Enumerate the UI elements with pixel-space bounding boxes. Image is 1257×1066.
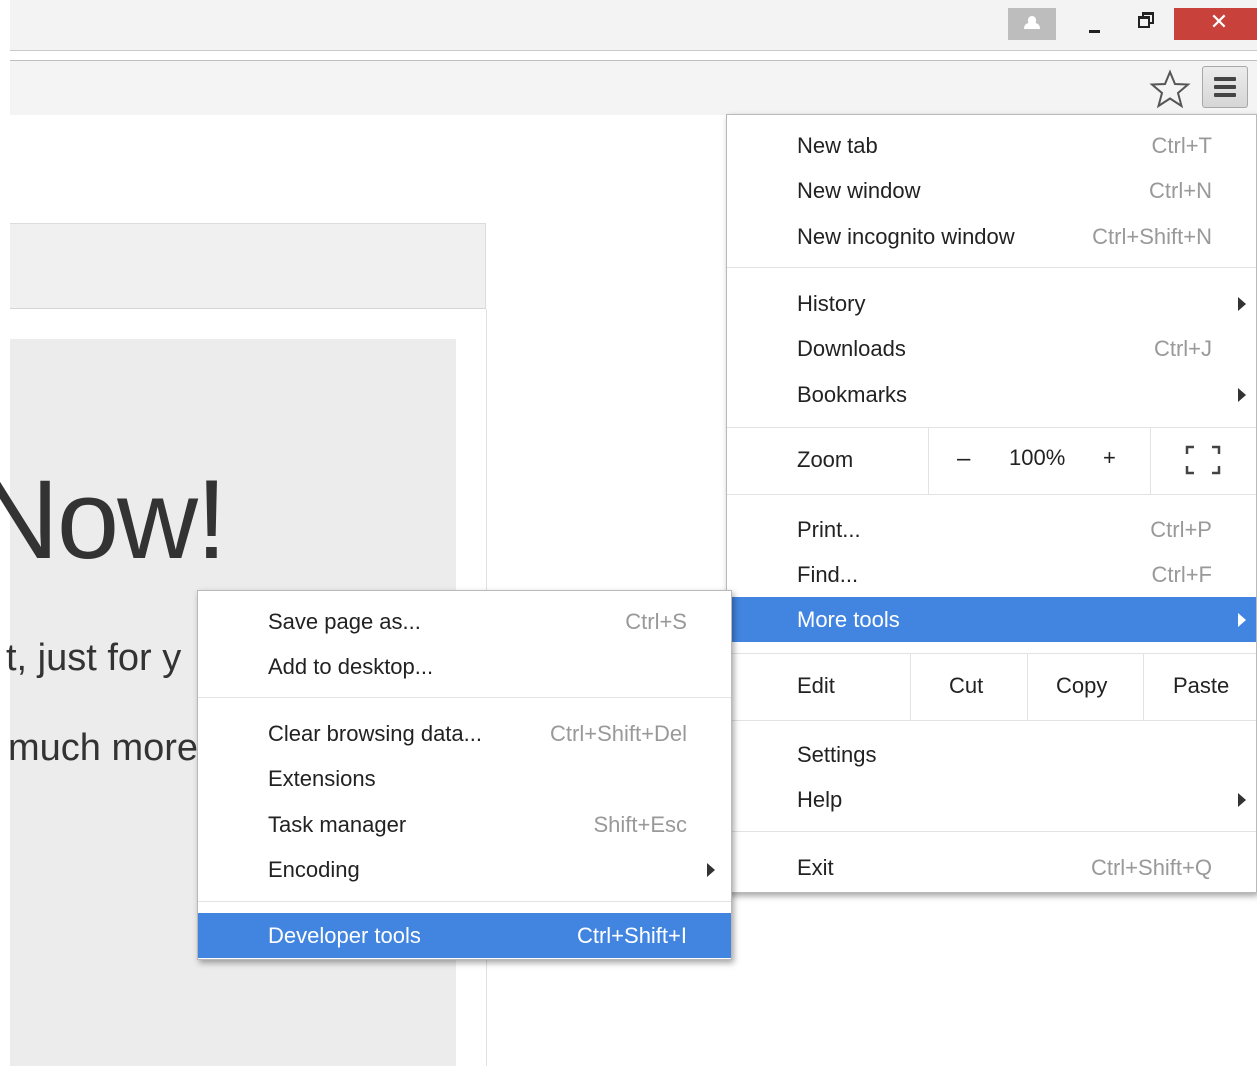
menu-item-label: Encoding — [268, 857, 360, 882]
edit-label: Edit — [797, 673, 835, 698]
menu-item-shortcut: Shift+Esc — [593, 812, 687, 837]
submenu-arrow-icon — [707, 863, 715, 877]
cell-divider — [1143, 653, 1144, 720]
cell-divider — [1150, 427, 1151, 494]
zoom-level: 100% — [1009, 445, 1066, 470]
bookmark-star-icon[interactable] — [1148, 67, 1192, 111]
zoom-out-button[interactable]: – — [957, 445, 970, 473]
menu-item-shortcut: Ctrl+S — [625, 609, 687, 634]
cut-button[interactable]: Cut — [949, 673, 983, 699]
restore-button[interactable] — [1122, 8, 1168, 40]
title-bar: ✕ — [10, 0, 1257, 51]
menu-separator — [727, 267, 1256, 268]
menu-item-label: Add to desktop... — [268, 654, 434, 679]
person-icon-body — [1024, 23, 1040, 29]
card-header — [10, 223, 486, 309]
minimize-button[interactable] — [1074, 8, 1118, 40]
browser-toolbar — [10, 60, 1257, 116]
hero-subtitle: t, just for y — [6, 637, 182, 679]
menu-item-shortcut: Ctrl+T — [1151, 133, 1213, 158]
menu-item-shortcut: Ctrl+Shift+I — [576, 923, 687, 948]
menu-item-bookmarks[interactable]: Bookmarks — [727, 372, 1256, 417]
menu-item-history[interactable]: History — [727, 281, 1256, 326]
menu-item-new-tab[interactable]: New tab Ctrl+T — [727, 123, 1256, 168]
menu-item-shortcut: Ctrl+P — [1150, 517, 1212, 542]
menu-item-label: More tools — [797, 607, 900, 632]
menu-item-label: New tab — [797, 133, 878, 158]
menu-item-more-tools[interactable]: More tools — [727, 597, 1256, 642]
hero-title: Now! — [0, 457, 227, 582]
menu-item-label: Exit — [797, 855, 834, 880]
menu-separator — [727, 831, 1256, 832]
zoom-in-button[interactable]: + — [1103, 445, 1116, 471]
menu-item-task-manager[interactable]: Task manager Shift+Esc — [198, 802, 731, 847]
zoom-row: Zoom – 100% + — [727, 427, 1256, 494]
hero-text: much more — [8, 727, 199, 769]
cell-divider — [910, 653, 911, 720]
submenu-arrow-icon — [1238, 613, 1246, 627]
menu-item-add-to-desktop[interactable]: Add to desktop... — [198, 644, 731, 689]
menu-item-shortcut: Ctrl+Shift+N — [1092, 224, 1212, 249]
menu-item-developer-tools[interactable]: Developer tools Ctrl+Shift+I — [198, 913, 731, 958]
fullscreen-icon[interactable] — [1185, 445, 1221, 475]
menu-item-new-incognito-window[interactable]: New incognito window Ctrl+Shift+N — [727, 214, 1256, 259]
more-tools-submenu: Save page as... Ctrl+S Add to desktop...… — [197, 590, 732, 960]
edit-row: Edit Cut Copy Paste — [727, 653, 1256, 720]
menu-item-shortcut: Ctrl+J — [1153, 336, 1212, 361]
menu-item-label: Clear browsing data... — [268, 721, 482, 746]
menu-item-label: Settings — [797, 742, 877, 767]
hamburger-icon-bar — [1214, 85, 1236, 89]
submenu-arrow-icon — [1238, 793, 1246, 807]
paste-button[interactable]: Paste — [1173, 673, 1229, 699]
menu-item-encoding[interactable]: Encoding — [198, 847, 731, 892]
menu-item-shortcut: Ctrl+F — [1151, 562, 1213, 587]
menu-item-settings[interactable]: Settings — [727, 732, 1256, 777]
person-icon — [1028, 16, 1036, 23]
menu-item-shortcut: Ctrl+Shift+Del — [550, 721, 687, 746]
menu-item-new-window[interactable]: New window Ctrl+N — [727, 168, 1256, 213]
menu-item-label: New incognito window — [797, 224, 1015, 249]
menu-item-label: Downloads — [797, 336, 906, 361]
restore-icon-front — [1138, 16, 1150, 28]
menu-item-clear-browsing-data[interactable]: Clear browsing data... Ctrl+Shift+Del — [198, 711, 731, 756]
hamburger-icon-bar — [1214, 93, 1236, 97]
chrome-menu-button[interactable] — [1202, 66, 1248, 108]
menu-item-label: History — [797, 291, 866, 316]
menu-item-label: Task manager — [268, 812, 407, 837]
menu-item-exit[interactable]: Exit Ctrl+Shift+Q — [727, 845, 1256, 890]
cell-divider — [1027, 653, 1028, 720]
menu-item-save-page-as[interactable]: Save page as... Ctrl+S — [198, 599, 731, 644]
menu-item-help[interactable]: Help — [727, 777, 1256, 822]
profile-button[interactable] — [1008, 8, 1056, 40]
menu-item-label: Help — [797, 787, 843, 812]
menu-item-downloads[interactable]: Downloads Ctrl+J — [727, 326, 1256, 371]
menu-item-find[interactable]: Find... Ctrl+F — [727, 552, 1256, 597]
chrome-main-menu: New tab Ctrl+T New window Ctrl+N New inc… — [726, 114, 1257, 893]
menu-separator — [198, 697, 731, 698]
menu-separator — [727, 720, 1256, 721]
menu-item-shortcut: Ctrl+N — [1149, 178, 1212, 203]
menu-item-shortcut: Ctrl+Shift+Q — [1090, 855, 1212, 880]
menu-item-print[interactable]: Print... Ctrl+P — [727, 507, 1256, 552]
submenu-arrow-icon — [1238, 388, 1246, 402]
close-button[interactable]: ✕ — [1174, 8, 1257, 40]
menu-separator — [198, 901, 731, 902]
copy-button[interactable]: Copy — [1056, 673, 1107, 699]
menu-item-label: Extensions — [268, 766, 376, 791]
menu-item-label: Bookmarks — [797, 382, 908, 407]
cell-divider — [928, 427, 929, 494]
menu-item-label: Find... — [797, 562, 859, 587]
zoom-label: Zoom — [797, 447, 854, 472]
hamburger-icon — [1214, 77, 1236, 81]
menu-item-extensions[interactable]: Extensions — [198, 756, 731, 801]
submenu-arrow-icon — [1238, 297, 1246, 311]
menu-item-label: Print... — [797, 517, 861, 542]
menu-item-label: Developer tools — [268, 923, 421, 948]
menu-item-label: Save page as... — [268, 609, 421, 634]
menu-separator — [727, 494, 1256, 495]
menu-item-label: New window — [797, 178, 921, 203]
